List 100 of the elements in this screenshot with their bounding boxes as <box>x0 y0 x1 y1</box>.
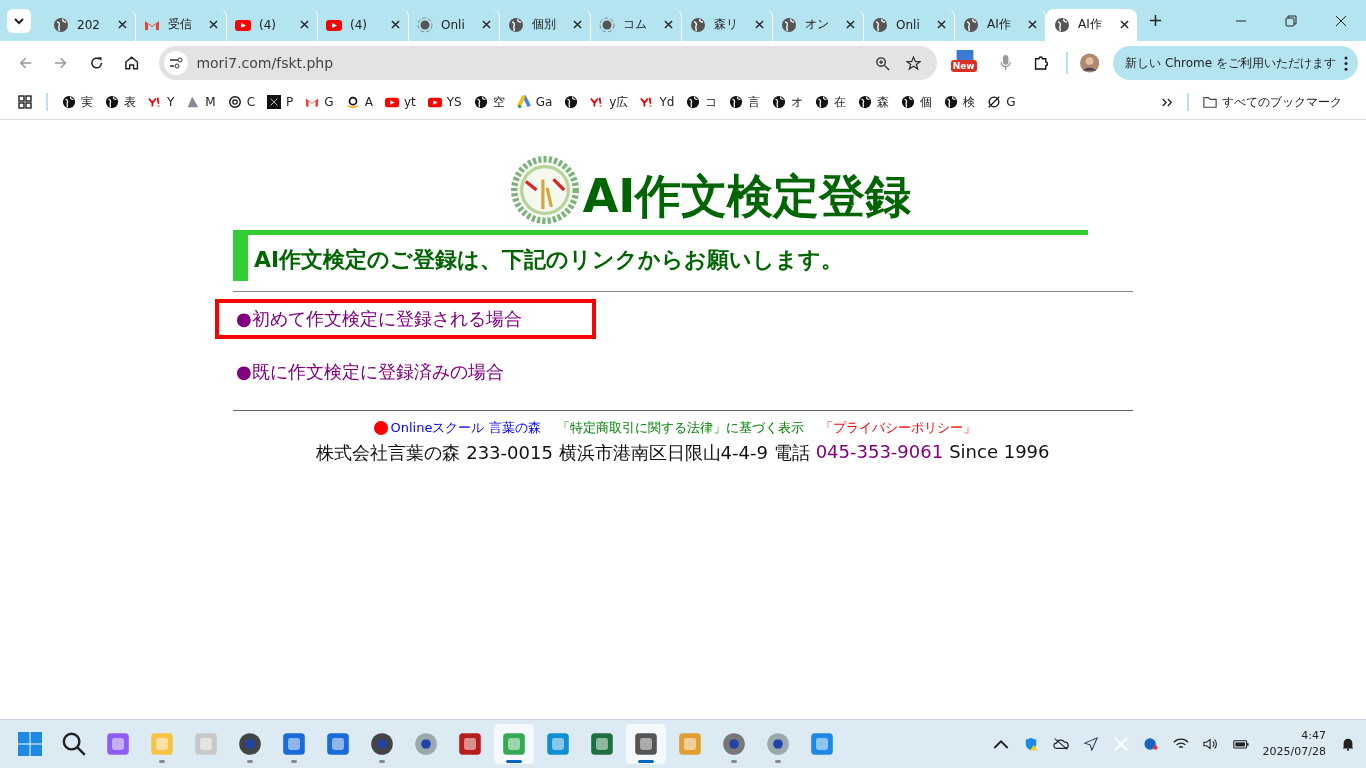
page-title: AI作文検定登録 <box>582 168 912 225</box>
close-icon[interactable] <box>937 20 946 29</box>
yahoo-icon <box>148 95 162 109</box>
bookmark-item[interactable]: YS <box>427 95 462 109</box>
status-circle-icon[interactable] <box>1142 737 1159 751</box>
tab-search-button[interactable] <box>7 8 31 33</box>
bookmark-item[interactable]: コ <box>686 93 718 111</box>
profile-avatar[interactable] <box>1080 53 1100 73</box>
close-icon[interactable] <box>118 20 127 29</box>
registration-link[interactable]: ●初めて作文検定に登録される場合 <box>215 298 596 339</box>
close-icon[interactable] <box>1120 20 1129 29</box>
site-settings-icon[interactable] <box>164 51 189 75</box>
bookmark-item[interactable] <box>564 95 579 109</box>
close-icon[interactable] <box>1028 20 1037 29</box>
browser-tab[interactable]: AI作 <box>1046 8 1137 41</box>
browser-tab[interactable]: 202 <box>45 8 136 41</box>
globe-icon <box>815 95 830 109</box>
bookmark-item[interactable]: 表 <box>105 93 136 111</box>
bookmark-item[interactable]: A <box>345 95 373 109</box>
new-tab-icon[interactable] <box>1149 14 1162 27</box>
bookmark-item[interactable]: P <box>267 95 294 109</box>
taskbar-app-button[interactable] <box>626 724 666 764</box>
bookmark-item[interactable]: 検 <box>944 93 976 111</box>
more-bookmarks-icon[interactable] <box>1161 96 1173 108</box>
bookmark-item[interactable]: C <box>227 95 256 109</box>
browser-tab[interactable]: 受信 <box>136 8 227 41</box>
forward-icon[interactable] <box>53 55 69 71</box>
globe-icon <box>564 95 579 109</box>
close-icon[interactable] <box>482 20 491 29</box>
bookmark-item[interactable]: y広 <box>590 93 629 111</box>
bookmark-item[interactable]: Ga <box>516 95 553 109</box>
footer-link[interactable]: 「特定商取引に関する法律」に基づく表示 <box>556 419 804 437</box>
tab-title: (4) <box>350 17 368 32</box>
bookmark-item[interactable]: Yd <box>640 95 675 109</box>
close-icon[interactable] <box>391 20 400 29</box>
bookmark-title: 言 <box>748 93 761 111</box>
apps-grid-icon[interactable] <box>18 95 32 109</box>
close-icon[interactable] <box>300 20 309 29</box>
bookmark-item[interactable]: 個 <box>901 93 933 111</box>
gear-icon <box>722 732 746 756</box>
registration-link[interactable]: ●既に作文検定に登録済みの場合 <box>215 351 578 392</box>
app-icon <box>678 732 702 756</box>
home-icon[interactable] <box>124 55 140 71</box>
browser-tab[interactable]: 森リ <box>682 8 773 41</box>
youtube-icon <box>384 95 399 109</box>
browser-tab[interactable]: コム <box>591 8 682 41</box>
bookmark-title: 実 <box>81 93 93 111</box>
globe-icon <box>62 95 76 109</box>
bookmark-item[interactable]: Y <box>148 95 175 109</box>
restore-icon[interactable] <box>1285 14 1297 27</box>
bookmark-item[interactable]: G <box>305 95 334 109</box>
browser-tab[interactable]: Onli <box>409 8 500 41</box>
bookmark-item[interactable]: yt <box>384 95 416 109</box>
address-bar[interactable]: mori7.com/fskt.php <box>159 46 937 80</box>
bookmark-star-icon[interactable] <box>905 55 921 71</box>
bookmark-item[interactable]: 空 <box>473 93 505 111</box>
phone-link[interactable]: 045-353-9061 <box>815 441 944 465</box>
bookmark-item[interactable]: 在 <box>815 93 847 111</box>
bookmark-title: 在 <box>834 93 847 111</box>
bookmark-item[interactable]: 実 <box>62 93 93 111</box>
zoom-icon[interactable] <box>874 55 890 71</box>
browser-tab[interactable]: Onli <box>864 8 955 41</box>
app-icon <box>810 732 834 756</box>
app-icon <box>458 732 482 756</box>
back-icon[interactable] <box>18 55 34 71</box>
footer-link[interactable]: 「プライバシーポリシー」 <box>819 419 976 437</box>
close-icon[interactable] <box>664 20 673 29</box>
more-icon[interactable] <box>1344 55 1348 71</box>
close-icon[interactable] <box>209 20 218 29</box>
app-icon <box>546 732 570 756</box>
browser-tab[interactable]: オン <box>773 8 864 41</box>
slashed-circle-icon <box>987 95 1002 109</box>
camera-icon <box>414 732 438 756</box>
cloud-off-icon[interactable] <box>1052 737 1069 751</box>
wreath-logo-icon <box>510 156 579 224</box>
update-chrome-button[interactable]: 新しい Chrome をご利用いただけます <box>1113 46 1358 80</box>
bookmark-item[interactable]: オ <box>772 93 804 111</box>
close-icon[interactable] <box>755 20 764 29</box>
close-icon[interactable] <box>1335 14 1347 27</box>
bookmark-item[interactable]: M <box>186 95 216 109</box>
close-icon[interactable] <box>846 20 855 29</box>
browser-tab[interactable]: 個別 <box>500 8 591 41</box>
browser-tab[interactable]: (4) <box>227 8 318 41</box>
footer-link[interactable]: Onlineスクール 言葉の森 <box>390 419 541 437</box>
extensions-puzzle-icon[interactable] <box>1032 54 1049 72</box>
reload-icon[interactable] <box>88 55 105 71</box>
close-icon[interactable] <box>573 20 582 29</box>
bookmark-item[interactable]: 言 <box>729 93 761 111</box>
bookmark-item[interactable]: G <box>987 95 1016 109</box>
clock[interactable]: 4:47 2025/07/28 <box>1262 728 1326 760</box>
search-icon <box>62 732 86 756</box>
globe-icon <box>508 16 524 33</box>
location-arrow-icon[interactable] <box>1082 737 1099 751</box>
wifi-icon[interactable] <box>1172 737 1189 751</box>
bookmark-item[interactable]: 森 <box>858 93 890 111</box>
extension-button[interactable]: New <box>950 50 978 76</box>
battery-icon[interactable] <box>1232 737 1249 751</box>
bookmark-title: YS <box>446 95 462 109</box>
browser-tab[interactable]: (4) <box>318 8 409 41</box>
volume-icon[interactable] <box>1202 737 1219 751</box>
